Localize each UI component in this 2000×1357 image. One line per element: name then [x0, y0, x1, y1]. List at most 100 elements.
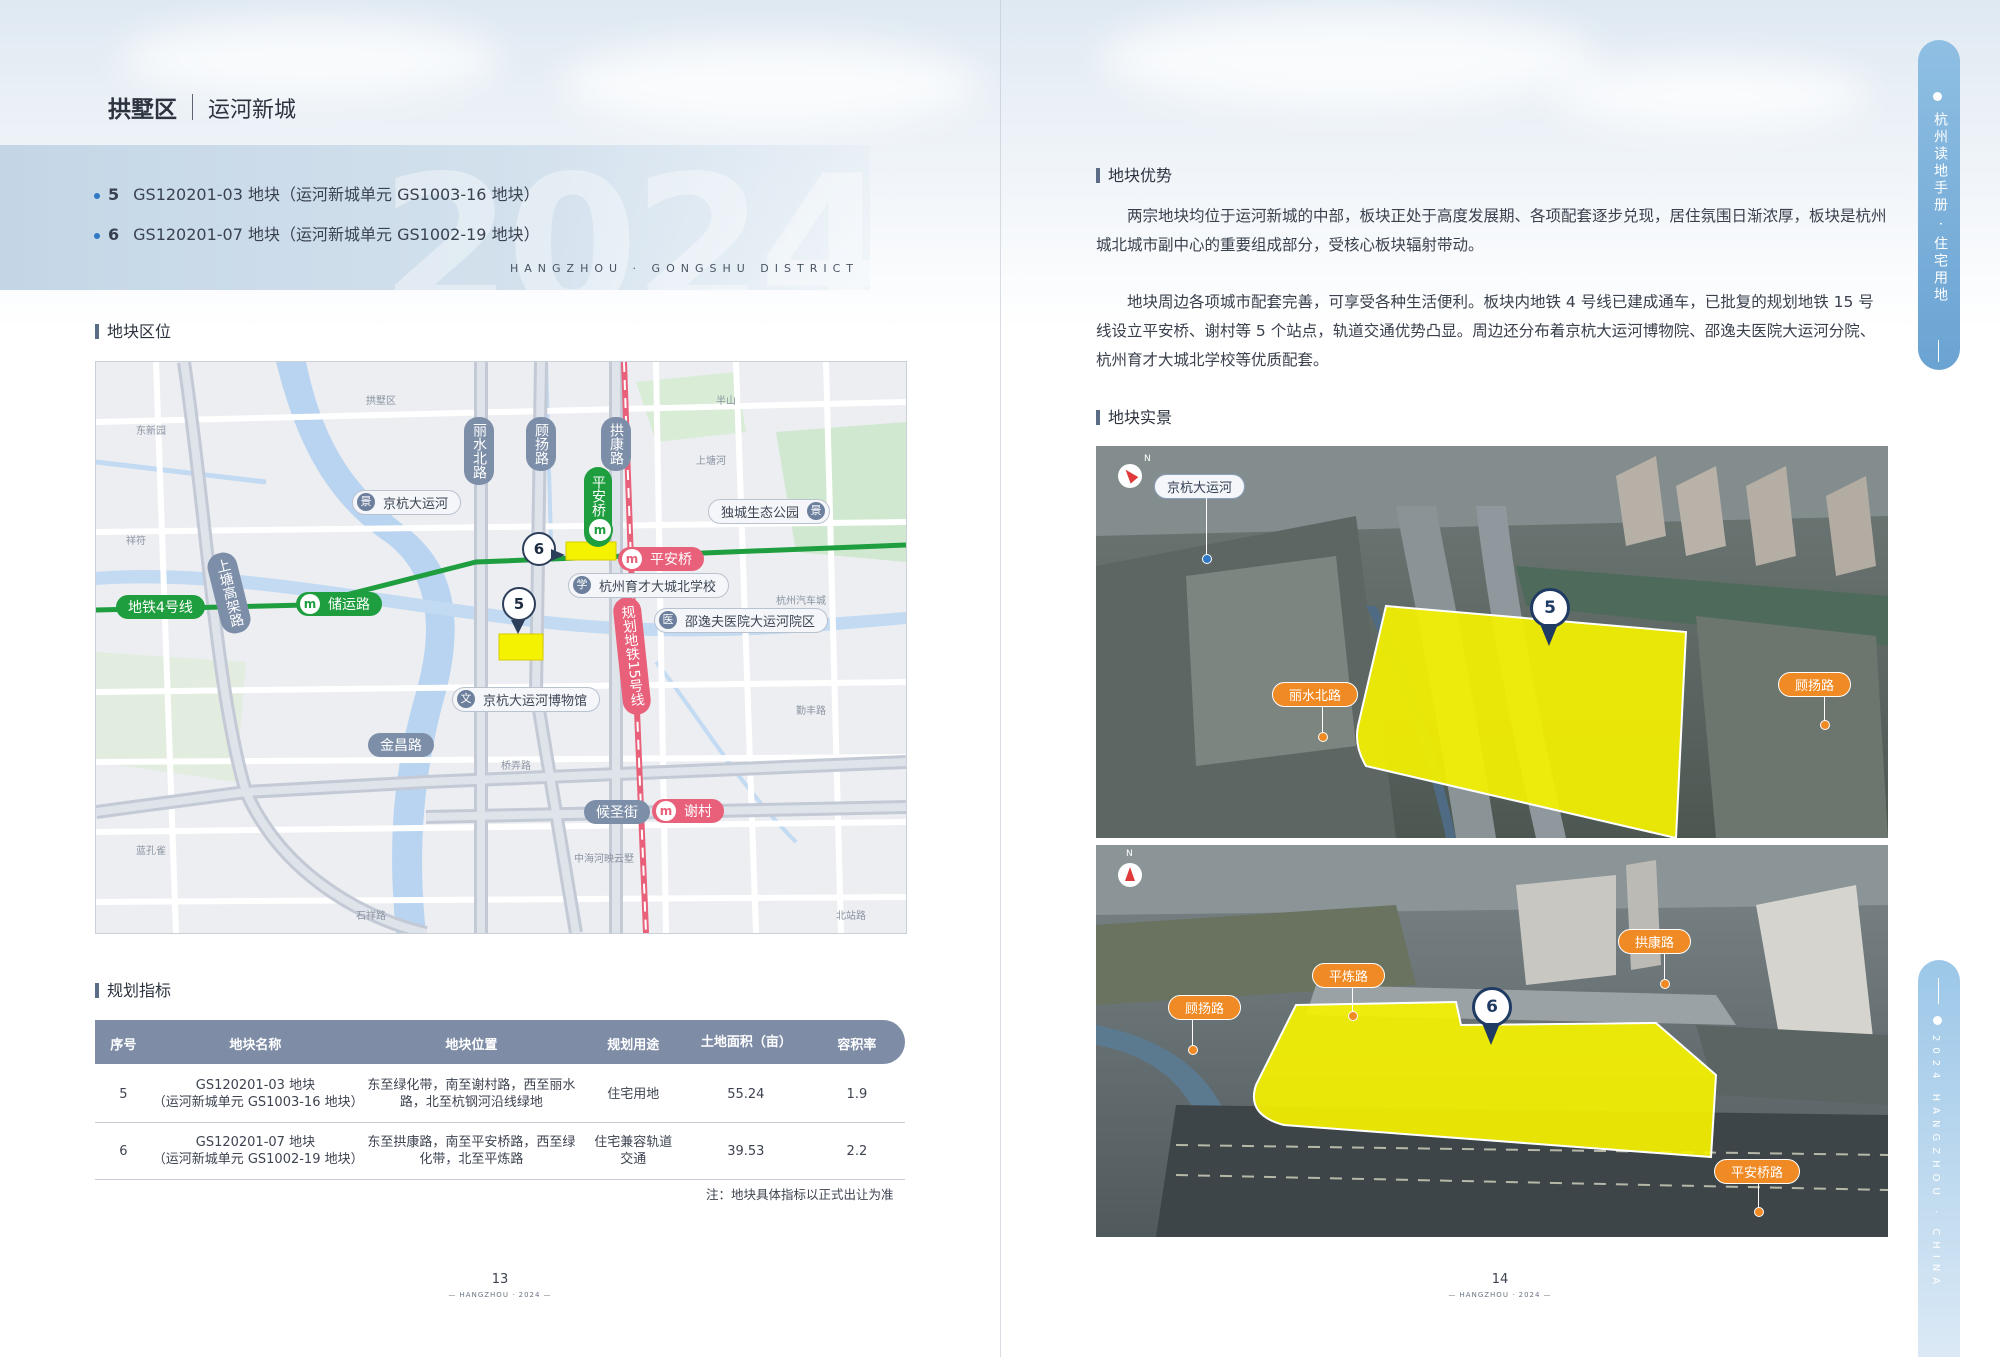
bullet-icon — [94, 192, 100, 199]
map-small-label: 东新园 — [136, 426, 166, 437]
page-footer-right: — HANGZHOU · 2024 — — [1448, 1291, 1552, 1299]
cell-line: （运河新城单元 GS1003-16 地块） — [152, 1095, 364, 1110]
map-small-label: 石祥路 — [356, 911, 386, 922]
plot-number: 6 — [108, 225, 120, 244]
table-note: 注：地块具体指标以正式出让为准 — [706, 1187, 894, 1202]
table-header-row: 序号 地块名称 地块位置 规划用途 土地面积（亩） 容积率 — [95, 1020, 905, 1066]
cell-no: 5 — [95, 1066, 152, 1123]
cell-line: 化带，北至平炼路 — [419, 1152, 524, 1167]
road-label: 顾扬路 — [526, 417, 556, 471]
marker-pointer-icon — [1482, 1023, 1500, 1045]
metro-icon: m — [622, 549, 642, 569]
marker-pointer-icon — [511, 620, 525, 634]
callout-dot-icon — [1318, 732, 1328, 742]
north-arrow-icon — [1118, 464, 1142, 488]
north-arrow-icon — [1118, 863, 1142, 887]
callout-dot-icon — [1348, 1011, 1358, 1021]
plot-text: GS120201-03 地块（运河新城单元 GS1003-16 地块） — [133, 185, 540, 204]
page-number-right: 14 — [1491, 1272, 1509, 1287]
metro-station-label: m 平安桥 — [618, 547, 704, 571]
north-label: N — [1144, 454, 1151, 464]
map-small-label: 上塘河 — [696, 456, 726, 467]
school-icon: 学 — [573, 576, 591, 594]
metro-icon: m — [587, 517, 613, 543]
cell-far: 1.9 — [808, 1066, 905, 1123]
aerial-photo-plot-5: N 京杭大运河 丽水北路 顾扬路 5 — [1096, 446, 1888, 838]
location-heading: 地块区位 — [95, 318, 171, 342]
hospital-icon: 医 — [659, 611, 677, 629]
cell-line: 东至绿化带，南至谢村路，西至丽水 — [367, 1078, 576, 1093]
photo-callout: 平炼路 — [1312, 963, 1386, 988]
cell-line: 东至拱康路，南至平安桥路，西至绿 — [367, 1135, 576, 1150]
photo-callout: 平安桥路 — [1714, 1159, 1801, 1184]
cell-line: （运河新城单元 GS1002-19 地块） — [152, 1152, 364, 1167]
metro-line-label: 地铁4号线 — [116, 595, 205, 619]
metro-station-label: m 谢村 — [652, 799, 724, 823]
poi-name: 京杭大运河博物馆 — [483, 694, 588, 709]
road-label: 金昌路 — [368, 733, 434, 757]
scenic-icon: 景 — [357, 493, 375, 511]
poi-label: 文京杭大运河博物馆 — [452, 687, 601, 712]
photo-callout: 顾扬路 — [1778, 672, 1852, 697]
cell-line: GS120201-07 地块 — [195, 1135, 316, 1150]
road-label: 拱康路 — [601, 417, 631, 471]
cell-name: GS120201-03 地块 （运河新城单元 GS1003-16 地块） — [151, 1066, 364, 1123]
map-small-label: 桥弄路 — [501, 761, 531, 772]
callout-dot-icon — [1754, 1207, 1764, 1217]
poi-name: 京杭大运河 — [383, 497, 449, 512]
district-english: HANGZHOU · GONGSHU DISTRICT — [510, 262, 859, 275]
station-name: 平安桥 — [650, 552, 692, 568]
road-label: 候圣街 — [584, 800, 650, 824]
metro-icon: m — [656, 801, 676, 821]
scenic-icon: 景 — [807, 502, 826, 520]
map-small-label: 勤丰路 — [796, 706, 826, 717]
side-tab-guide-text: 杭州读地手册 · 住宅用地 — [1932, 112, 1948, 305]
cell-area: 39.53 — [682, 1122, 809, 1180]
cell-line: 住宅兼容轨道 — [594, 1135, 673, 1150]
photo-callout: 京杭大运河 — [1154, 474, 1246, 499]
map-small-label: 拱墅区 — [366, 396, 396, 407]
table-row: 5 GS120201-03 地块 （运河新城单元 GS1003-16 地块） 东至… — [95, 1066, 905, 1123]
north-label: N — [1126, 849, 1133, 859]
cell-area: 55.24 — [682, 1066, 809, 1123]
photo-callout: 拱康路 — [1618, 929, 1692, 954]
aerial-photo-plot-6: N 顾扬路 平炼路 拱康路 平安桥路 6 — [1096, 845, 1888, 1237]
cell-use: 住宅兼容轨道 交通 — [583, 1122, 683, 1180]
plot-marker-5[interactable]: 5 — [1530, 588, 1570, 628]
plot-number: 5 — [108, 185, 120, 204]
plot-marker-5[interactable]: 5 — [502, 587, 536, 621]
map-small-label: 半山 — [716, 396, 736, 407]
cell-location: 东至拱康路，南至平安桥路，西至绿 化带，北至平炼路 — [359, 1122, 584, 1180]
indicators-table: 序号 地块名称 地块位置 规划用途 土地面积（亩） 容积率 5 GS120201… — [95, 1020, 905, 1180]
col-far: 容积率 — [837, 1037, 877, 1053]
plot-marker-6[interactable]: 6 — [1472, 987, 1512, 1027]
title-separator — [192, 94, 193, 120]
poi-label: 独城生态公园景 — [708, 499, 831, 524]
road-label: 丽水北路 — [464, 417, 494, 485]
cell-line: GS120201-03 地块 — [195, 1078, 316, 1093]
advantage-paragraph-2: 地块周边各项城市配套完善，可享受各种生活便利。板块内地铁 4 号线已建成通车，已… — [1096, 293, 1876, 369]
cell-use: 住宅用地 — [583, 1066, 683, 1123]
cell-far: 2.2 — [808, 1122, 905, 1180]
cell-line: 住宅用地 — [607, 1086, 660, 1102]
poi-label: 学杭州育才大城北学校 — [568, 573, 730, 598]
callout-dot-icon — [1660, 979, 1670, 989]
district-title: 拱墅区 — [108, 97, 177, 123]
poi-label: 景京杭大运河 — [352, 490, 462, 515]
plot-line-5: 5 GS120201-03 地块（运河新城单元 GS1003-16 地块） — [94, 181, 540, 205]
callout-dot-icon — [1820, 720, 1830, 730]
station-name: 谢村 — [684, 804, 712, 820]
page-fold — [1000, 0, 1001, 1357]
poi-label: 医邵逸夫医院大运河院区 — [654, 608, 829, 633]
photo-callout: 丽水北路 — [1272, 682, 1359, 707]
map-small-label: 中海河映云墅 — [574, 854, 634, 865]
col-location: 地块位置 — [445, 1037, 498, 1053]
advantage-paragraph-1: 两宗地块均位于运河新城的中部，板块正处于高度发展期、各项配套逐步兑现，居住氛围日… — [1096, 207, 1887, 254]
photos-heading: 地块实景 — [1096, 404, 1172, 428]
map-small-label: 祥符 — [126, 536, 146, 547]
page-number-left: 13 — [491, 1272, 509, 1287]
cell-line: 路，北至杭钢河沿线绿地 — [399, 1095, 543, 1110]
plot-text: GS120201-07 地块（运河新城单元 GS1002-19 地块） — [133, 225, 540, 244]
col-name: 地块名称 — [229, 1037, 282, 1053]
cell-line: 交通 — [620, 1152, 647, 1167]
